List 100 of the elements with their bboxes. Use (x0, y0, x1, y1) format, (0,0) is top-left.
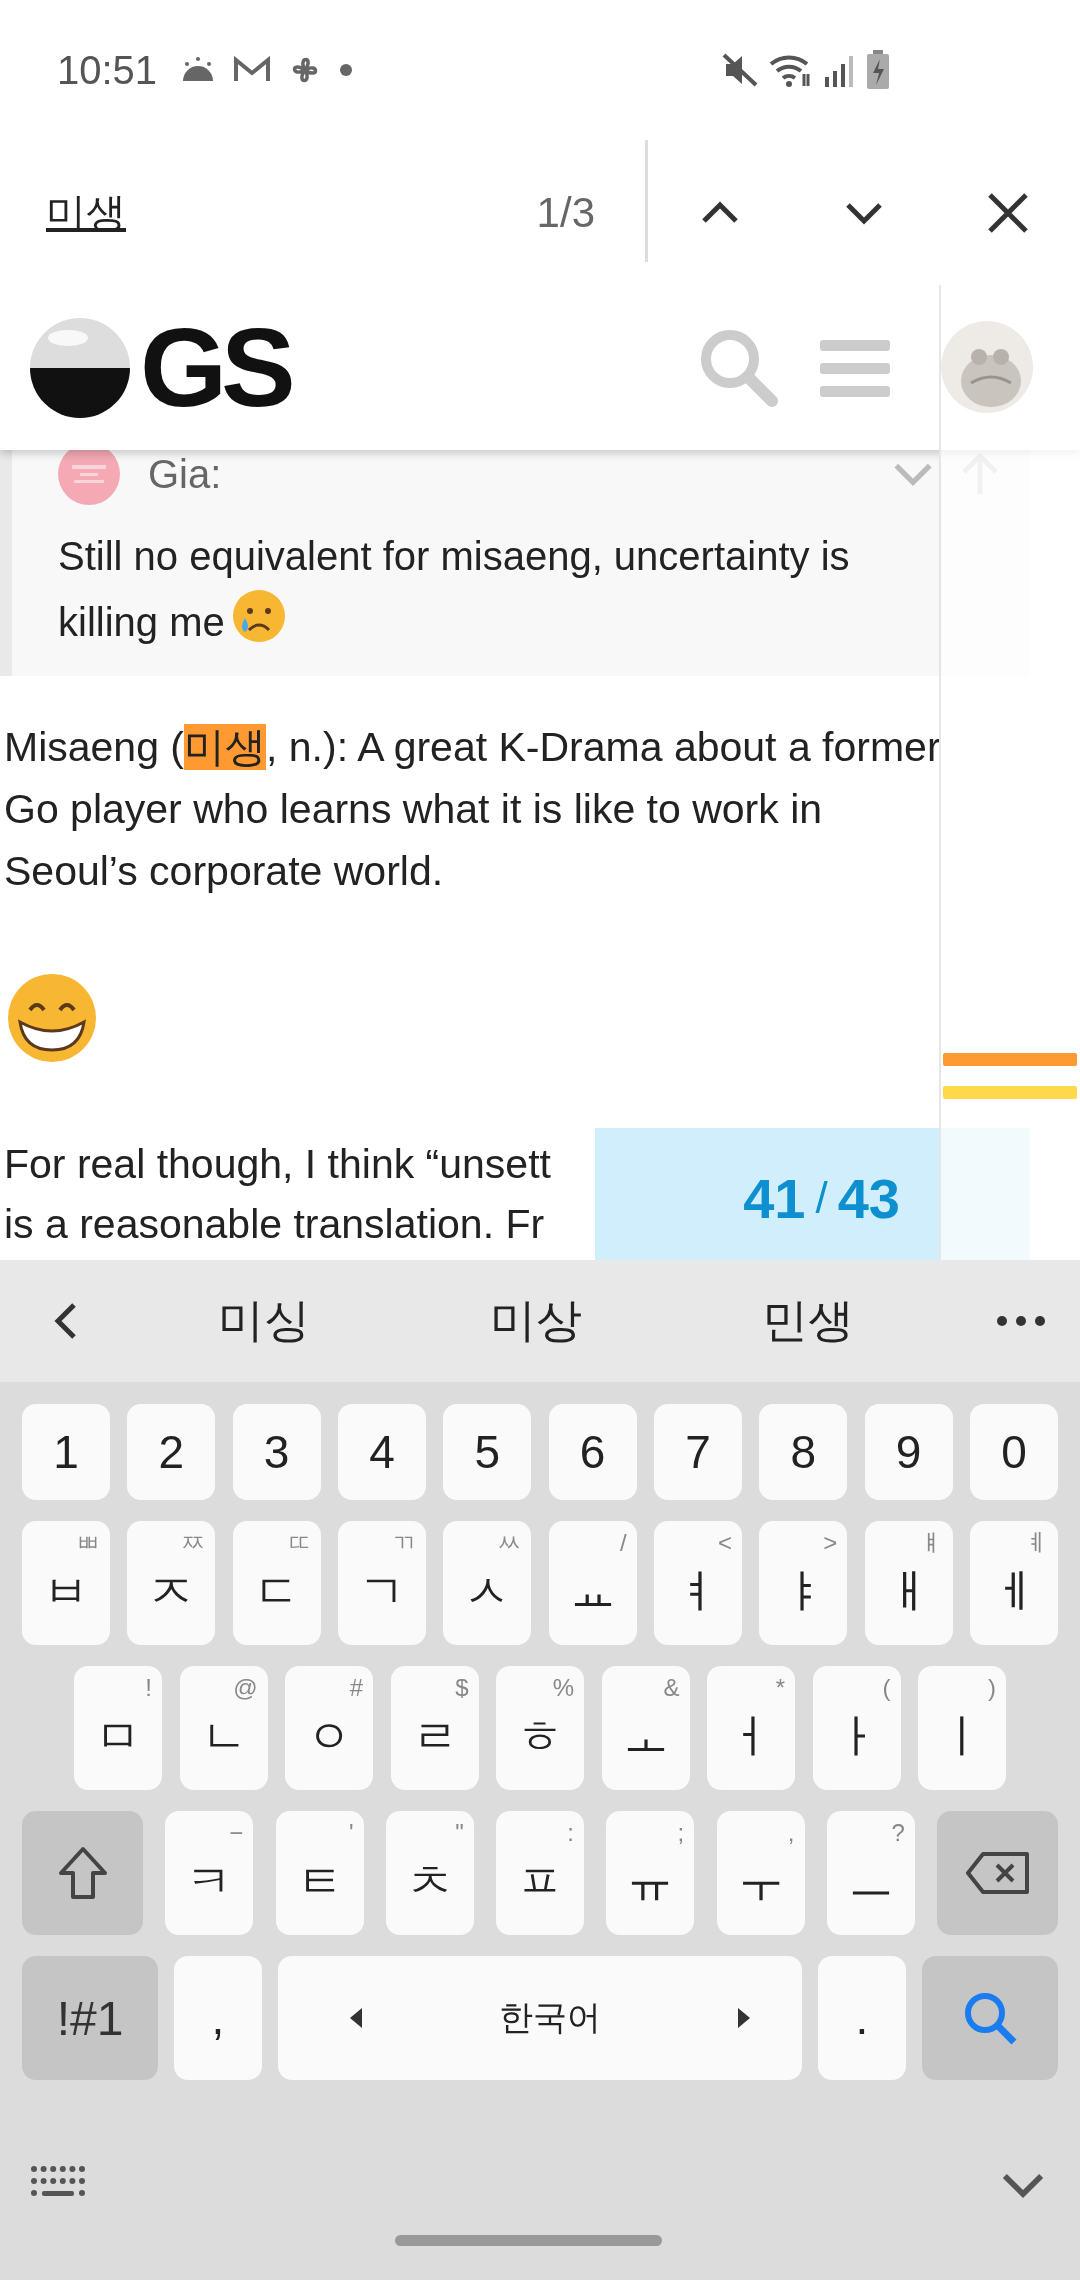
key-hint: ㄸ (286, 1529, 311, 1557)
battery-icon (866, 50, 890, 90)
mute-icon (722, 53, 758, 87)
backspace-icon (964, 1851, 1031, 1895)
key-hint: ' (348, 1819, 354, 1847)
key[interactable]: ) ㅣ (918, 1666, 1006, 1790)
dot-icon (339, 63, 354, 77)
total-posts: 43 (837, 1165, 900, 1231)
key-hint: " (455, 1819, 464, 1847)
key[interactable]: > ㅑ (759, 1521, 848, 1645)
mail-icon (233, 56, 272, 84)
key[interactable]: 8 (759, 1404, 848, 1500)
key[interactable]: & ㅗ (601, 1666, 690, 1790)
menu-icon (820, 337, 890, 398)
key[interactable]: % ㅎ (496, 1666, 584, 1790)
key[interactable]: ( ㅏ (812, 1666, 901, 1790)
key[interactable]: 1 (22, 1404, 110, 1500)
separator: / (815, 1173, 828, 1223)
key-hint: $ (455, 1674, 469, 1702)
key-hint: ; (677, 1819, 685, 1847)
paragraph: Misaeng (미생, n.): A great K-Drama about a former Go player who learns what it is like to work in Seoul’s corporate world. (3, 723, 941, 896)
key-hint: ? (891, 1819, 905, 1847)
key-hint: > (823, 1529, 838, 1557)
key-hint: & (663, 1674, 680, 1702)
key[interactable]: * ㅓ (707, 1666, 795, 1790)
key-hint: ㅖ (1023, 1529, 1048, 1557)
key-hint: ㅒ (918, 1529, 943, 1557)
key[interactable]: ; ㅠ (606, 1811, 695, 1935)
key[interactable]: , ㅜ (716, 1811, 805, 1935)
paragraph: For real though, I think “unsett is a reasonable translation. Fr (3, 1140, 551, 1249)
key-hint: ( (882, 1674, 891, 1702)
right-triangle-icon (736, 2006, 752, 2030)
key[interactable]: 5 (443, 1404, 532, 1500)
key-hint: , (787, 1819, 795, 1847)
key[interactable]: ㅃ ㅂ (22, 1521, 110, 1645)
logo-text: GS (140, 304, 290, 432)
key[interactable]: # ㅇ (285, 1666, 373, 1790)
key-hint: * (775, 1674, 785, 1702)
key-hint: ) (988, 1674, 996, 1702)
key-hint: − (229, 1819, 244, 1847)
key[interactable]: , (174, 1956, 262, 2080)
key[interactable]: < ㅕ (653, 1521, 742, 1645)
key[interactable]: 4 (338, 1404, 426, 1500)
key[interactable]: : ㅍ (496, 1811, 584, 1935)
key-hint: ㅉ (181, 1529, 206, 1557)
key[interactable]: ㄸ ㄷ (232, 1521, 321, 1645)
current-post: 41 (743, 1165, 806, 1231)
grinning-face-icon (6, 972, 98, 1064)
search-icon (962, 1990, 1018, 2046)
match-count: 1/3 (536, 188, 595, 237)
keyboard-icon[interactable] (30, 2165, 86, 2199)
suggestion[interactable]: 민생 (672, 1290, 944, 1352)
key[interactable]: ㅖ ㅔ (969, 1521, 1058, 1645)
clock: 10:51 (57, 47, 158, 93)
close-button[interactable] (986, 190, 1030, 235)
key[interactable]: ? ㅡ (826, 1811, 915, 1935)
logo-icon (28, 315, 132, 420)
key-hint: ㄲ (392, 1529, 416, 1557)
key[interactable]: 9 (864, 1404, 953, 1500)
key[interactable]: ㅒ ㅐ (864, 1521, 953, 1645)
key[interactable]: ㅆ ㅅ (443, 1521, 532, 1645)
more-button[interactable] (996, 1315, 1046, 1327)
key-hint: < (717, 1529, 732, 1557)
signal-icon (824, 53, 856, 87)
suggestion[interactable]: 미싱 (128, 1290, 400, 1352)
key-hint: # (349, 1674, 363, 1702)
space-key[interactable]: 한국어 (278, 1956, 802, 2080)
key-hint: : (567, 1819, 574, 1847)
key[interactable]: 3 (232, 1404, 321, 1500)
quote-author: Gia: (148, 451, 222, 497)
key[interactable]: " ㅊ (385, 1811, 474, 1935)
crying-face-icon (230, 588, 287, 644)
key-hint: ㅆ (497, 1529, 522, 1557)
key[interactable]: 6 (548, 1404, 637, 1500)
key[interactable]: / ㅛ (548, 1521, 637, 1645)
shift-icon (56, 1845, 109, 1901)
backspace-key[interactable] (937, 1811, 1058, 1935)
suggestion[interactable]: 미상 (400, 1290, 672, 1352)
key[interactable]: − ㅋ (165, 1811, 254, 1935)
symbols-key[interactable]: !#1 (22, 1956, 158, 2080)
key-hint: / (619, 1529, 627, 1557)
key-hint: @ (233, 1674, 258, 1702)
shift-key[interactable] (22, 1811, 143, 1935)
key-hint: % (552, 1674, 574, 1702)
key[interactable]: 0 (969, 1404, 1058, 1500)
key[interactable]: . (818, 1956, 906, 2080)
key[interactable]: ' ㅌ (275, 1811, 364, 1935)
key[interactable]: ! ㅁ (74, 1666, 162, 1790)
key[interactable]: @ ㄴ (179, 1666, 268, 1790)
left-triangle-icon (348, 2006, 364, 2030)
key[interactable]: ㄲ ㄱ (338, 1521, 426, 1645)
key-hint: ㅃ (76, 1529, 100, 1557)
key[interactable]: 2 (127, 1404, 216, 1500)
find-field[interactable]: 미생 (46, 190, 446, 235)
key[interactable]: $ ㄹ (390, 1666, 479, 1790)
key-hint: ! (145, 1674, 152, 1702)
close-icon (986, 190, 1030, 235)
key[interactable]: ㅉ ㅈ (127, 1521, 216, 1645)
key[interactable]: 7 (653, 1404, 742, 1500)
more-icon (996, 1315, 1046, 1327)
